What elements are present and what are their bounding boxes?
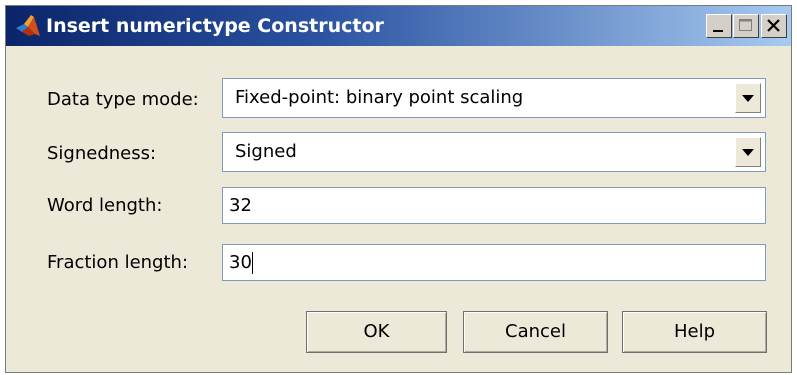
chevron-down-icon <box>742 149 754 156</box>
matlab-logo-icon <box>15 13 41 39</box>
data-type-mode-select[interactable]: Fixed-point: binary point scaling <box>222 78 766 118</box>
maximize-icon <box>739 19 752 31</box>
fraction-length-label: Fraction length: <box>47 252 189 273</box>
maximize-button[interactable] <box>733 14 759 38</box>
signedness-select[interactable]: Signed <box>222 132 766 172</box>
word-length-input[interactable] <box>222 187 766 224</box>
data-type-mode-label: Data type mode: <box>47 89 199 110</box>
window-title: Insert numerictype Constructor <box>46 15 384 37</box>
minimize-button[interactable] <box>706 14 732 38</box>
data-type-mode-dropdown-button[interactable] <box>735 83 761 113</box>
chevron-down-icon <box>742 95 754 102</box>
signedness-value: Signed <box>235 141 297 162</box>
text-caret <box>252 252 253 274</box>
signedness-dropdown-button[interactable] <box>735 137 761 167</box>
close-icon <box>767 19 780 32</box>
minimize-icon <box>713 30 723 32</box>
dialog-window: Insert numerictype Constructor Data type… <box>5 5 792 373</box>
help-button[interactable]: Help <box>622 311 767 353</box>
fraction-length-input[interactable] <box>222 244 766 281</box>
ok-button[interactable]: OK <box>306 311 447 353</box>
data-type-mode-value: Fixed-point: binary point scaling <box>235 87 524 108</box>
title-bar[interactable]: Insert numerictype Constructor <box>6 6 791 46</box>
word-length-label: Word length: <box>47 195 163 216</box>
signedness-label: Signedness: <box>47 143 157 164</box>
close-button[interactable] <box>761 14 787 38</box>
cancel-button[interactable]: Cancel <box>463 311 608 353</box>
